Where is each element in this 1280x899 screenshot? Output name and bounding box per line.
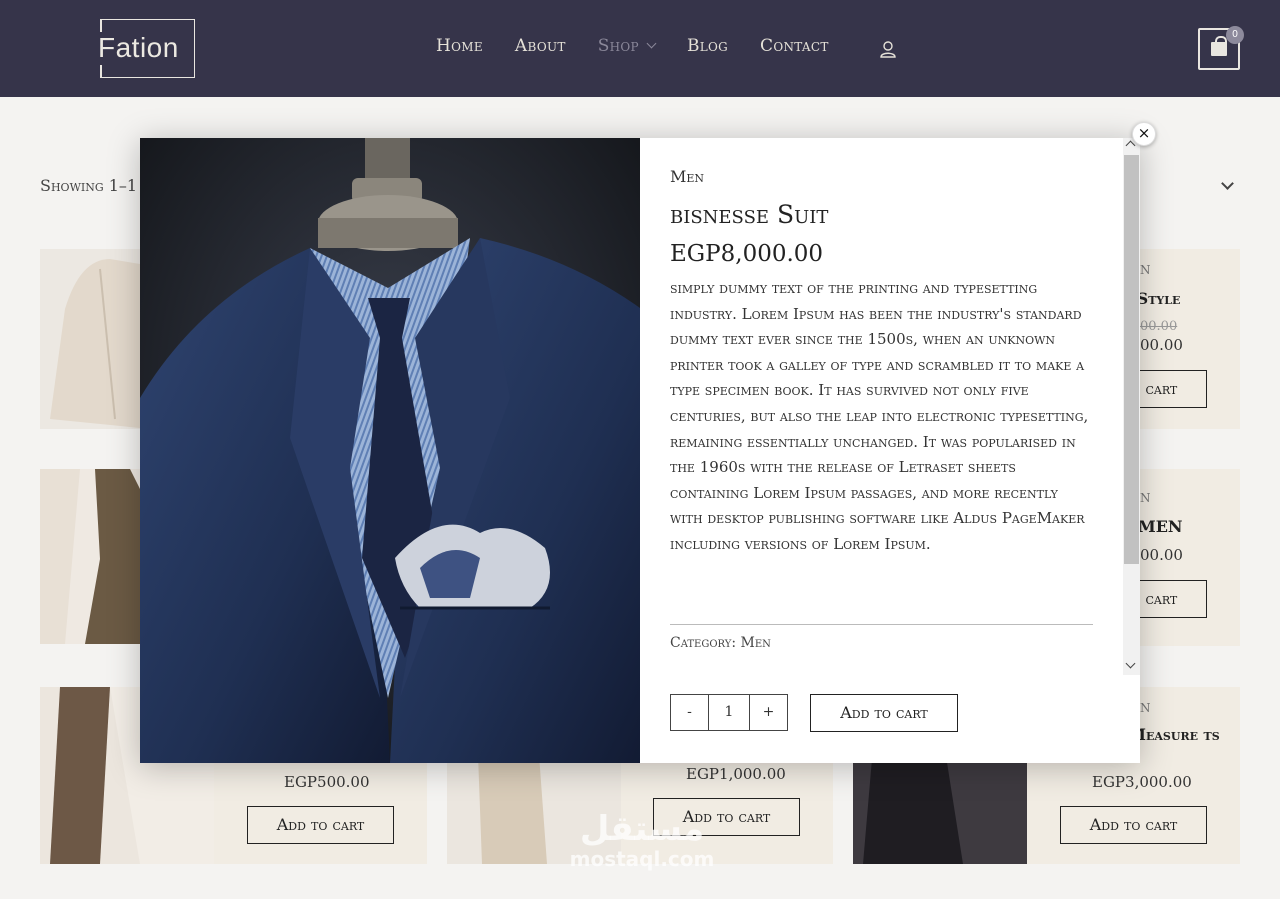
nav-shop[interactable]: Shop	[597, 36, 657, 56]
watermark: مستقل mostaql.com	[562, 810, 722, 870]
watermark-english: mostaql.com	[569, 847, 715, 871]
quantity-stepper: - 1 +	[670, 694, 788, 731]
product-title: bisnesse Suit	[670, 200, 829, 229]
main-nav: Home About Shop Blog Contact	[436, 36, 861, 56]
product-price: EGP500.00	[284, 773, 370, 791]
product-price: 00.00	[1140, 336, 1183, 354]
watermark-arabic: مستقل	[579, 809, 705, 849]
product-meta: Category: Men	[670, 635, 771, 651]
product-category: N	[1140, 263, 1151, 277]
product-price: 00.00	[1140, 546, 1183, 564]
product-card: N -Style 00.00 00.00 Add to cart	[1060, 249, 1240, 429]
cart-count-badge: 0	[1226, 26, 1244, 44]
quantity-increase-button[interactable]: +	[750, 695, 787, 730]
result-count: Showing 1–1	[40, 176, 138, 195]
product-card	[40, 469, 150, 644]
add-to-cart-button[interactable]: Add to cart	[247, 806, 394, 844]
add-to-cart-button[interactable]: Add to cart	[810, 694, 958, 732]
product-old-price: 00.00	[1140, 319, 1178, 334]
category-link[interactable]: Men	[741, 635, 771, 651]
product-category: N	[1140, 701, 1151, 715]
scrollbar-thumb[interactable]	[1124, 155, 1139, 564]
nav-blog[interactable]: Blog	[687, 36, 728, 56]
product-description: simply dummy text of the printing and ty…	[670, 279, 1089, 553]
product-price: EGP1,000.00	[686, 765, 786, 783]
sort-dropdown-chevron-icon[interactable]	[1221, 177, 1234, 190]
nav-about[interactable]: About	[515, 36, 566, 56]
category-label: Category:	[670, 635, 737, 651]
site-logo[interactable]: Fation	[98, 19, 195, 78]
product-card	[40, 249, 150, 429]
nav-shop-label: Shop	[597, 36, 639, 56]
product-category[interactable]: Men	[670, 167, 704, 186]
product-image[interactable]	[40, 469, 150, 644]
user-icon[interactable]	[879, 40, 897, 58]
chevron-down-icon	[646, 38, 657, 49]
product-price: EGP3,000.00	[1092, 773, 1192, 791]
product-price: EGP8,000.00	[670, 241, 824, 267]
nav-home[interactable]: Home	[436, 36, 483, 56]
quantity-input[interactable]: 1	[709, 695, 750, 730]
product-image[interactable]	[40, 249, 150, 429]
shopping-bag-icon	[1211, 36, 1227, 56]
divider	[670, 624, 1093, 625]
close-icon[interactable]: ×	[1132, 122, 1156, 146]
add-to-cart-button[interactable]: Add to cart	[1060, 806, 1207, 844]
quick-view-modal: Men bisnesse Suit EGP8,000.00 simply dum…	[140, 138, 1140, 763]
product-image	[140, 138, 640, 763]
suit-photo	[140, 138, 640, 763]
quantity-decrease-button[interactable]: -	[671, 695, 709, 730]
product-category: N	[1140, 491, 1151, 505]
nav-contact[interactable]: Contact	[760, 36, 829, 56]
site-header: Fation Home About Shop Blog Contact 0	[0, 0, 1280, 97]
logo-text: Fation	[98, 32, 179, 63]
product-title[interactable]: MEN	[1138, 517, 1183, 537]
product-card: N MEN 00.00 Add to cart	[1060, 469, 1240, 646]
